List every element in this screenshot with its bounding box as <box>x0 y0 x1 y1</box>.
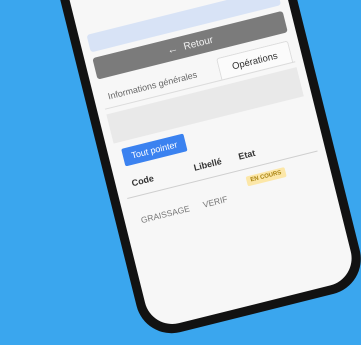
column-header-etat: Etat <box>237 147 257 162</box>
cell-code: GRAISSAGE <box>139 203 191 226</box>
status-badge: EN COURS <box>245 167 287 187</box>
back-button-label: Retour <box>182 34 215 53</box>
phone-mockup: ← Retour Informations générales Opératio… <box>31 0 361 341</box>
column-header-libelle: Libellé <box>192 156 223 173</box>
arrow-left-icon: ← <box>165 42 180 57</box>
cell-libelle: VERIF <box>201 193 229 210</box>
column-header-code: Code <box>130 173 155 189</box>
app-screen: ← Retour Informations générales Opératio… <box>42 0 358 330</box>
